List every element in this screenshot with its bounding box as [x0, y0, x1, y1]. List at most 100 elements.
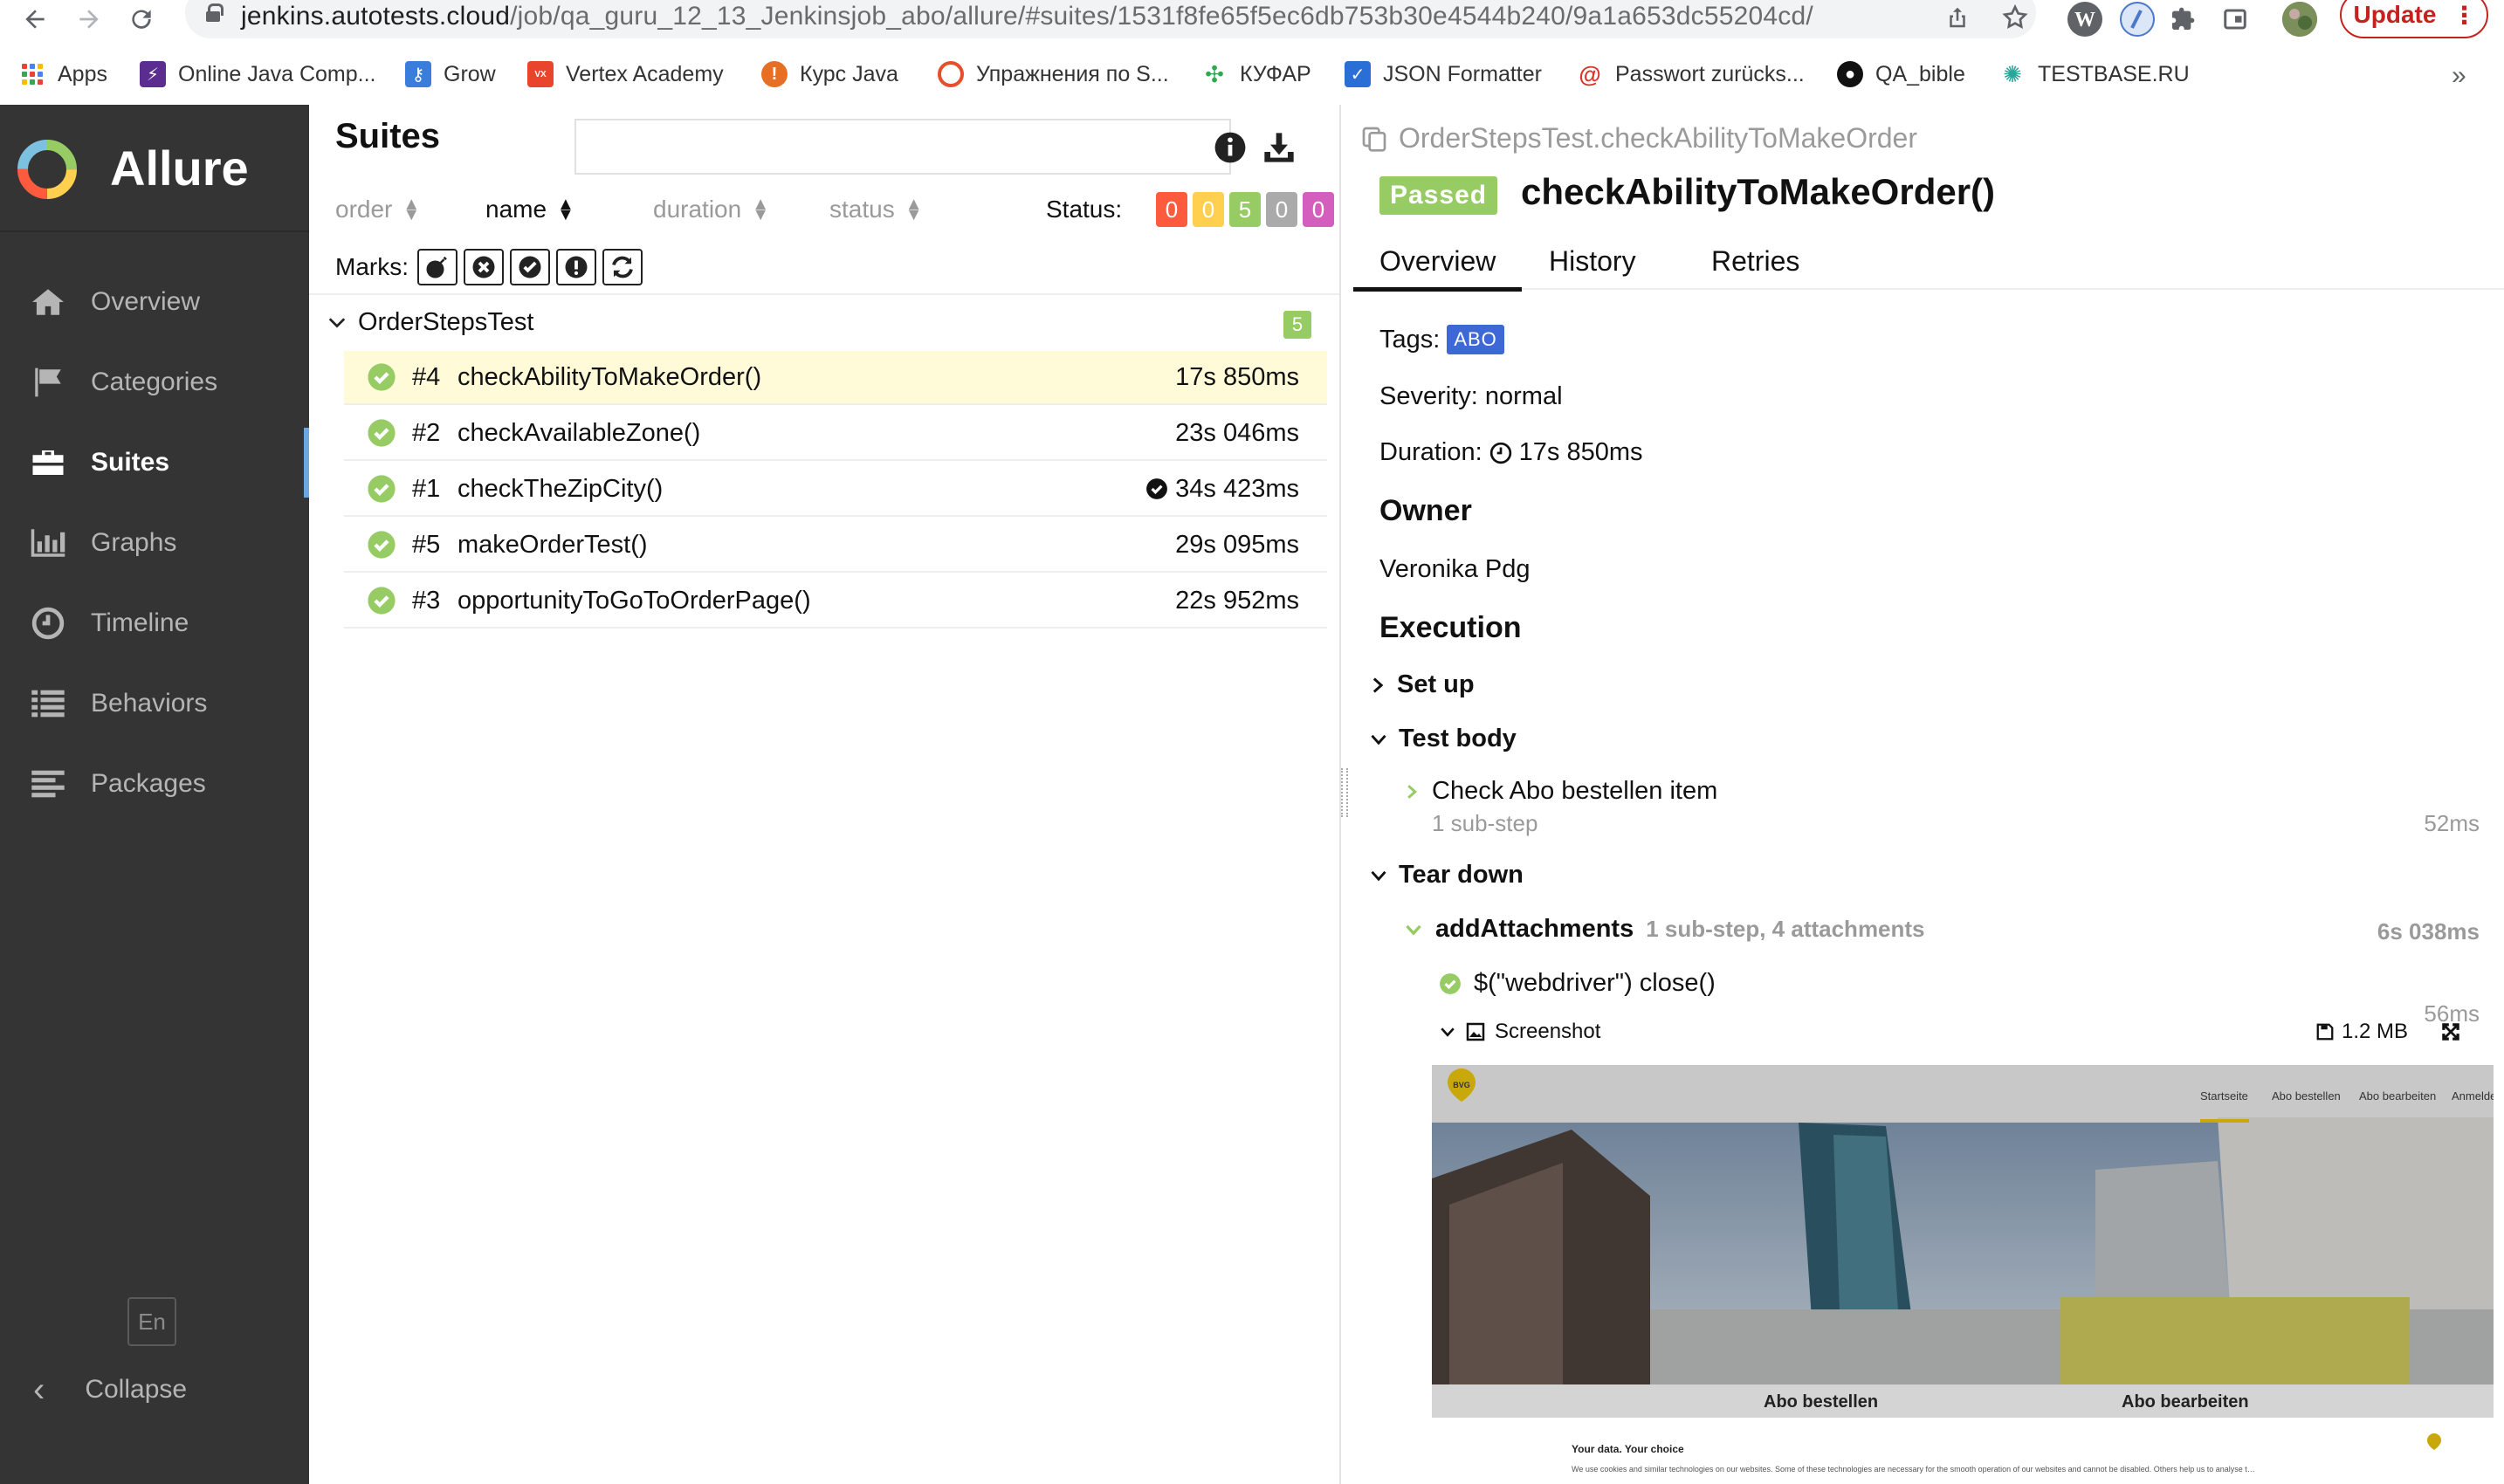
test-duration: 29s 095ms	[1175, 530, 1299, 559]
test-row[interactable]: #4 checkAbilityToMakeOrder() 17s 850ms	[344, 351, 1327, 405]
update-button[interactable]: Update ⋮	[2340, 0, 2488, 38]
language-button[interactable]: En	[127, 1297, 176, 1346]
tear-down-toggle[interactable]: Tear down	[1369, 861, 1524, 890]
bookmark-passwort[interactable]: @ Passwort zurücks...	[1577, 61, 1805, 87]
severity-row: Severity: normal	[1379, 382, 1563, 410]
status-broken-badge[interactable]: 0	[1193, 192, 1224, 227]
execution-heading: Execution	[1379, 611, 1522, 644]
download-icon[interactable]	[1257, 126, 1301, 169]
tab-retries[interactable]: Retries	[1711, 232, 1799, 290]
share-icon[interactable]	[1940, 0, 1975, 35]
screenshot-tile-left: Abo bestellen	[1764, 1392, 1878, 1412]
mark-new-failed-button[interactable]	[464, 249, 504, 285]
step-add-attachments[interactable]: addAttachments 1 sub-step, 4 attachments	[1404, 915, 1925, 944]
bookmark-testbase[interactable]: ✺ TESTBASE.RU	[1999, 61, 2190, 87]
bookmark-kufar[interactable]: ✣ КУФАР	[1201, 61, 1311, 87]
reload-icon[interactable]	[122, 0, 161, 38]
status-failed-badge[interactable]: 0	[1156, 192, 1187, 227]
back-icon[interactable]	[16, 0, 54, 38]
bookmark-vertex[interactable]: VX Vertex Academy	[527, 61, 724, 87]
briefcase-icon	[26, 447, 70, 478]
profile-avatar[interactable]	[2282, 2, 2317, 37]
suites-title: Suites	[335, 117, 441, 155]
test-row[interactable]: #2 checkAvailableZone() 23s 046ms	[344, 407, 1327, 461]
sidebar-item-categories[interactable]: Categories	[0, 347, 309, 417]
bookmark-qa-bible[interactable]: ● QA_bible	[1837, 61, 1965, 87]
mark-retries-button[interactable]	[602, 249, 643, 285]
passed-check-icon	[368, 363, 396, 391]
sidebar-item-behaviors[interactable]: Behaviors	[0, 669, 309, 739]
detail-tabs: Overview History Retries	[1352, 232, 2504, 292]
bookmark-apps[interactable]: Apps	[19, 61, 107, 87]
collapse-button[interactable]: ‹ Collapse	[0, 1355, 309, 1425]
url-text[interactable]: jenkins.autotests.cloud/job/qa_guru_12_1…	[241, 2, 1813, 31]
sidebar-item-suites[interactable]: Suites	[0, 428, 309, 498]
sort-status[interactable]: status ▲ ▼	[829, 196, 923, 223]
bar-chart-icon	[26, 527, 70, 559]
screenshot-preview[interactable]: BVG Startseite Abo bestellen Abo bearbei…	[1432, 1065, 2494, 1484]
status-passed-badge[interactable]: 5	[1229, 192, 1261, 227]
sort-duration[interactable]: duration ▲ ▼	[653, 196, 769, 223]
tab-overview[interactable]: Overview	[1352, 232, 1523, 292]
chevron-right-icon	[1372, 677, 1384, 693]
suite-group-count: 5	[1283, 311, 1311, 339]
forward-icon[interactable]	[70, 0, 108, 38]
bomb-icon	[426, 256, 447, 278]
tab-history[interactable]: History	[1549, 232, 1636, 290]
attachment-row[interactable]: Screenshot 1.2 MB	[1439, 1020, 2469, 1044]
sort-order[interactable]: order ▲ ▼	[335, 196, 420, 223]
expand-icon[interactable]	[2439, 1020, 2462, 1043]
bookmark-online-java[interactable]: ⚡ Online Java Comp...	[140, 61, 376, 87]
new-passed-mark-icon	[1146, 478, 1168, 499]
bookmark-json-formatter[interactable]: ✓ JSON Formatter	[1345, 61, 1542, 87]
setup-toggle[interactable]: Set up	[1369, 670, 1475, 699]
bookmarks-more-icon[interactable]: »	[2452, 61, 2466, 91]
puzzle-icon[interactable]	[2165, 2, 2200, 37]
mark-flaky-button[interactable]	[417, 249, 457, 285]
star-icon[interactable]	[1998, 0, 2033, 35]
marks-bar: Marks:	[335, 248, 649, 286]
sidebar-item-packages[interactable]: Packages	[0, 749, 309, 819]
sort-name[interactable]: name ▲ ▼	[485, 196, 574, 223]
screenshot-cookie-text: We use cookies and similar technologies …	[1572, 1465, 2255, 1474]
status-skipped-badge[interactable]: 0	[1266, 192, 1297, 227]
bookmark-grow[interactable]: ⚷ Grow	[405, 61, 496, 87]
mark-new-passed-button[interactable]	[510, 249, 550, 285]
github-icon: ●	[1837, 61, 1863, 87]
test-name: makeOrderTest()	[457, 530, 648, 559]
test-row[interactable]: #1 checkTheZipCity() 34s 423ms	[344, 463, 1327, 517]
extension-blue-icon[interactable]	[2120, 2, 2155, 37]
sidebar-item-graphs[interactable]: Graphs	[0, 508, 309, 578]
test-number: #3	[412, 586, 441, 615]
sidebar-item-overview[interactable]: Overview	[0, 267, 309, 337]
check-square-icon: ✓	[1345, 61, 1371, 87]
status-unknown-badge[interactable]: 0	[1303, 192, 1334, 227]
chevron-left-icon: ‹	[33, 1370, 45, 1409]
splitter-handle[interactable]	[1341, 768, 1348, 817]
reading-list-icon[interactable]	[2218, 2, 2253, 37]
tags-row: Tags: ABO	[1379, 325, 1504, 354]
step-webdriver-close[interactable]: $("webdriver") close()	[1439, 969, 1716, 998]
sidebar-item-timeline[interactable]: Timeline	[0, 588, 309, 658]
java-icon: !	[761, 61, 788, 87]
breadcrumb[interactable]: OrderStepsTest.checkAbilityToMakeOrder	[1360, 122, 1917, 155]
owner-heading: Owner	[1379, 494, 1472, 527]
passed-check-icon	[368, 475, 396, 503]
suite-group-row[interactable]: OrderStepsTest 5	[309, 293, 1339, 349]
bookmark-kurs-java[interactable]: ! Курс Java	[761, 61, 898, 87]
info-icon[interactable]	[1208, 126, 1252, 169]
test-body-toggle[interactable]: Test body	[1369, 725, 1517, 753]
chevron-down-icon	[325, 310, 349, 334]
wordpress-icon[interactable]: W	[2067, 2, 2102, 37]
test-row[interactable]: #5 makeOrderTest() 29s 095ms	[344, 519, 1327, 573]
test-row[interactable]: #3 opportunityToGoToOrderPage() 22s 952m…	[344, 574, 1327, 629]
chevron-right-icon	[1407, 784, 1417, 799]
suites-search-input[interactable]	[574, 119, 1231, 175]
mark-new-broken-button[interactable]	[556, 249, 596, 285]
test-number: #2	[412, 418, 441, 447]
bookmark-exercises[interactable]: Упражнения по S...	[938, 61, 1169, 87]
chevron-down-icon	[1406, 924, 1421, 936]
times-circle-icon	[472, 256, 495, 278]
step-check-abo[interactable]: Check Abo bestellen item	[1404, 777, 1717, 806]
mail-icon: @	[1577, 61, 1603, 87]
